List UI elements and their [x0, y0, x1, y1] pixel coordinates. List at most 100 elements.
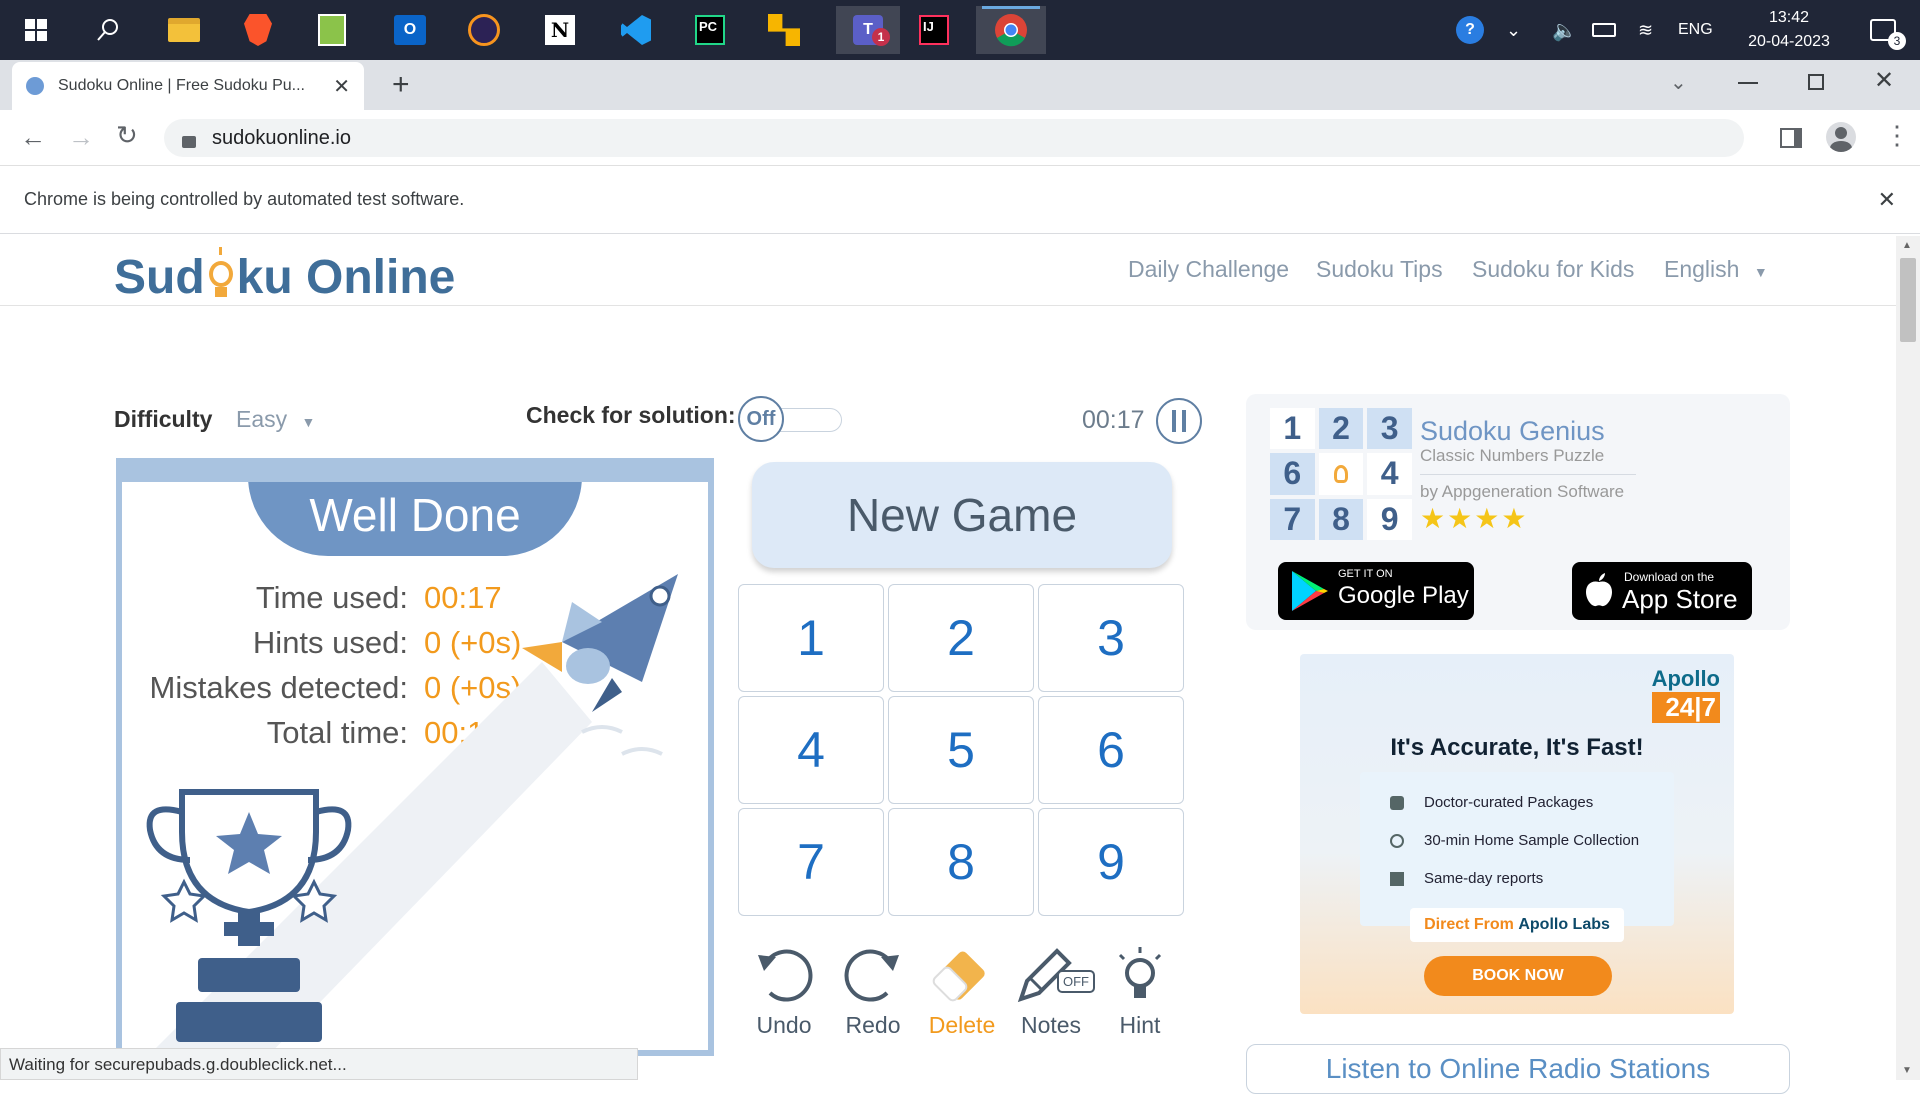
promo-subtitle: Classic Numbers Puzzle [1420, 446, 1605, 465]
ad-feature-box: Doctor-curated Packages 30-min Home Samp… [1360, 772, 1674, 926]
minimize-button[interactable] [1738, 82, 1758, 84]
apollo-brand-tag: 24|7 [1651, 692, 1720, 723]
wifi-icon[interactable]: ≋ [1638, 20, 1653, 41]
new-tab-button[interactable]: + [392, 68, 410, 102]
scrollbar-thumb[interactable] [1900, 258, 1916, 342]
pycharm-icon[interactable]: PC [686, 6, 734, 54]
number-button-3[interactable]: 3 [1038, 584, 1184, 692]
restore-button[interactable] [1808, 74, 1824, 90]
chevron-up-icon[interactable]: ⌄ [1506, 20, 1521, 41]
windows-taskbar: O N PC T 1 IJ ? ⌄ 🔈 ≋ ENG 13:42 20-04-20… [0, 0, 1920, 60]
search-icon[interactable] [84, 6, 132, 54]
grid-cell: 2 [1318, 408, 1364, 450]
clock-time: 13:42 [1768, 9, 1810, 26]
language-indicator[interactable]: ENG [1678, 21, 1713, 39]
book-now-button[interactable]: BOOK NOW [1424, 956, 1612, 996]
delete-button[interactable]: Delete [922, 940, 1002, 1039]
status-bubble: Waiting for securepubads.g.doubleclick.n… [0, 1048, 638, 1080]
number-button-7[interactable]: 7 [738, 808, 884, 916]
tab-search-icon[interactable]: ⌄ [1670, 70, 1687, 95]
number-button-4[interactable]: 4 [738, 696, 884, 804]
ad-headline: It's Accurate, It's Fast! [1390, 734, 1644, 761]
number-button-8[interactable]: 8 [888, 808, 1034, 916]
hint-lightbulb-icon [1100, 940, 1180, 1010]
sourcetree-icon[interactable] [760, 6, 808, 54]
scroll-down-arrow-icon[interactable]: ▼ [1902, 1065, 1912, 1076]
notes-button[interactable]: OFF Notes [1011, 940, 1095, 1039]
app-store-badge[interactable]: Download on the App Store [1572, 562, 1752, 620]
ad-item: 30-min Home Sample Collection [1390, 832, 1639, 849]
apple-icon [1586, 573, 1612, 607]
radio-stations-link[interactable]: Listen to Online Radio Stations [1246, 1044, 1790, 1094]
apollo-logo: Apollo 24|7 [1651, 666, 1720, 723]
lightbulb-icon [205, 247, 237, 305]
notion-icon[interactable]: N [536, 6, 584, 54]
scroll-up-arrow-icon[interactable]: ▲ [1902, 240, 1912, 251]
number-button-2[interactable]: 2 [888, 584, 1034, 692]
hint-button[interactable]: Hint [1100, 940, 1180, 1039]
side-panel-icon[interactable] [1780, 128, 1802, 148]
number-button-5[interactable]: 5 [888, 696, 1034, 804]
redo-button[interactable]: Redo [833, 940, 913, 1039]
nav-daily-challenge[interactable]: Daily Challenge [1128, 256, 1289, 283]
grid-cell: 1 [1270, 408, 1315, 450]
hint-label: Hint [1119, 1012, 1161, 1038]
address-bar[interactable]: sudokuonline.io [164, 119, 1744, 157]
teams-icon[interactable]: T 1 [836, 6, 900, 54]
outlook-icon[interactable]: O [386, 6, 434, 54]
site-logo[interactable]: Sud ku Online [114, 247, 455, 305]
nav-sudoku-tips[interactable]: Sudoku Tips [1316, 256, 1443, 283]
sudoku-genius-promo[interactable]: 1 2 3 6 4 7 8 9 Sudoku Genius Classic Nu… [1246, 394, 1790, 630]
logo-text-prefix: Sud [114, 251, 205, 304]
rating-stars: ★★★★ [1420, 502, 1528, 535]
notepad-plus-icon[interactable] [308, 6, 356, 54]
battery-icon[interactable] [1592, 23, 1616, 37]
star-icon: ★ [1420, 503, 1448, 534]
apollo-brand: Apollo [1651, 666, 1720, 691]
ad-footer-prefix: Direct From [1424, 916, 1519, 933]
menu-icon[interactable]: ⋮ [1884, 120, 1910, 151]
undo-button[interactable]: Undo [744, 940, 824, 1039]
number-button-1[interactable]: 1 [738, 584, 884, 692]
intellij-icon[interactable]: IJ [910, 6, 958, 54]
file-explorer-icon[interactable] [160, 6, 208, 54]
check-solution-toggle[interactable]: Off [738, 396, 844, 442]
language-dropdown[interactable]: English ▼ [1664, 256, 1768, 283]
clock[interactable]: 13:42 20-04-2023 [1734, 6, 1844, 54]
well-done-panel: Well Done Time used: 00:17 Hints used: 0 (… [116, 458, 714, 1056]
close-window-button[interactable]: ✕ [1874, 66, 1894, 95]
forward-icon[interactable]: → [68, 122, 94, 153]
windows-start-icon[interactable] [12, 6, 60, 54]
number-button-6[interactable]: 6 [1038, 696, 1184, 804]
ad-item-text: 30-min Home Sample Collection [1424, 832, 1640, 849]
help-icon[interactable]: ? [1456, 16, 1484, 44]
google-play-badge[interactable]: GET IT ON Google Play [1278, 562, 1474, 620]
back-icon[interactable]: ← [20, 122, 46, 153]
difficulty-dropdown[interactable]: Easy ▼ [236, 406, 315, 433]
brave-browser-icon[interactable] [234, 6, 282, 54]
pause-button[interactable] [1156, 398, 1202, 444]
chrome-icon[interactable] [976, 6, 1046, 54]
new-game-button[interactable]: New Game [752, 462, 1172, 568]
caret-down-icon: ▼ [301, 414, 316, 430]
profile-avatar[interactable] [1826, 122, 1856, 152]
browser-tab[interactable]: Sudoku Online | Free Sudoku Pu... ✕ [12, 62, 364, 110]
page-scrollbar[interactable]: ▲ ▼ [1896, 236, 1920, 1080]
undo-label: Undo [756, 1012, 812, 1038]
difficulty-label: Difficulty [114, 406, 213, 432]
nav-sudoku-for-kids[interactable]: Sudoku for Kids [1472, 256, 1634, 283]
volume-icon[interactable]: 🔈 [1552, 18, 1577, 43]
reload-icon[interactable]: ↻ [116, 120, 138, 151]
game-timer: 00:17 [1082, 406, 1145, 434]
vscode-icon[interactable] [612, 6, 660, 54]
infobar-close-icon[interactable]: ✕ [1878, 187, 1896, 213]
grid-cell: 9 [1367, 498, 1412, 540]
eclipse-icon[interactable] [460, 6, 508, 54]
apollo-ad[interactable]: Apollo 24|7 It's Accurate, It's Fast! Do… [1300, 654, 1734, 1014]
eraser-icon [922, 940, 1002, 1010]
number-button-9[interactable]: 9 [1038, 808, 1184, 916]
report-icon [1390, 871, 1404, 886]
clock-date: 20-04-2023 [1748, 33, 1830, 50]
grid-cell: 3 [1367, 408, 1412, 450]
tab-close-icon[interactable]: ✕ [333, 74, 350, 99]
